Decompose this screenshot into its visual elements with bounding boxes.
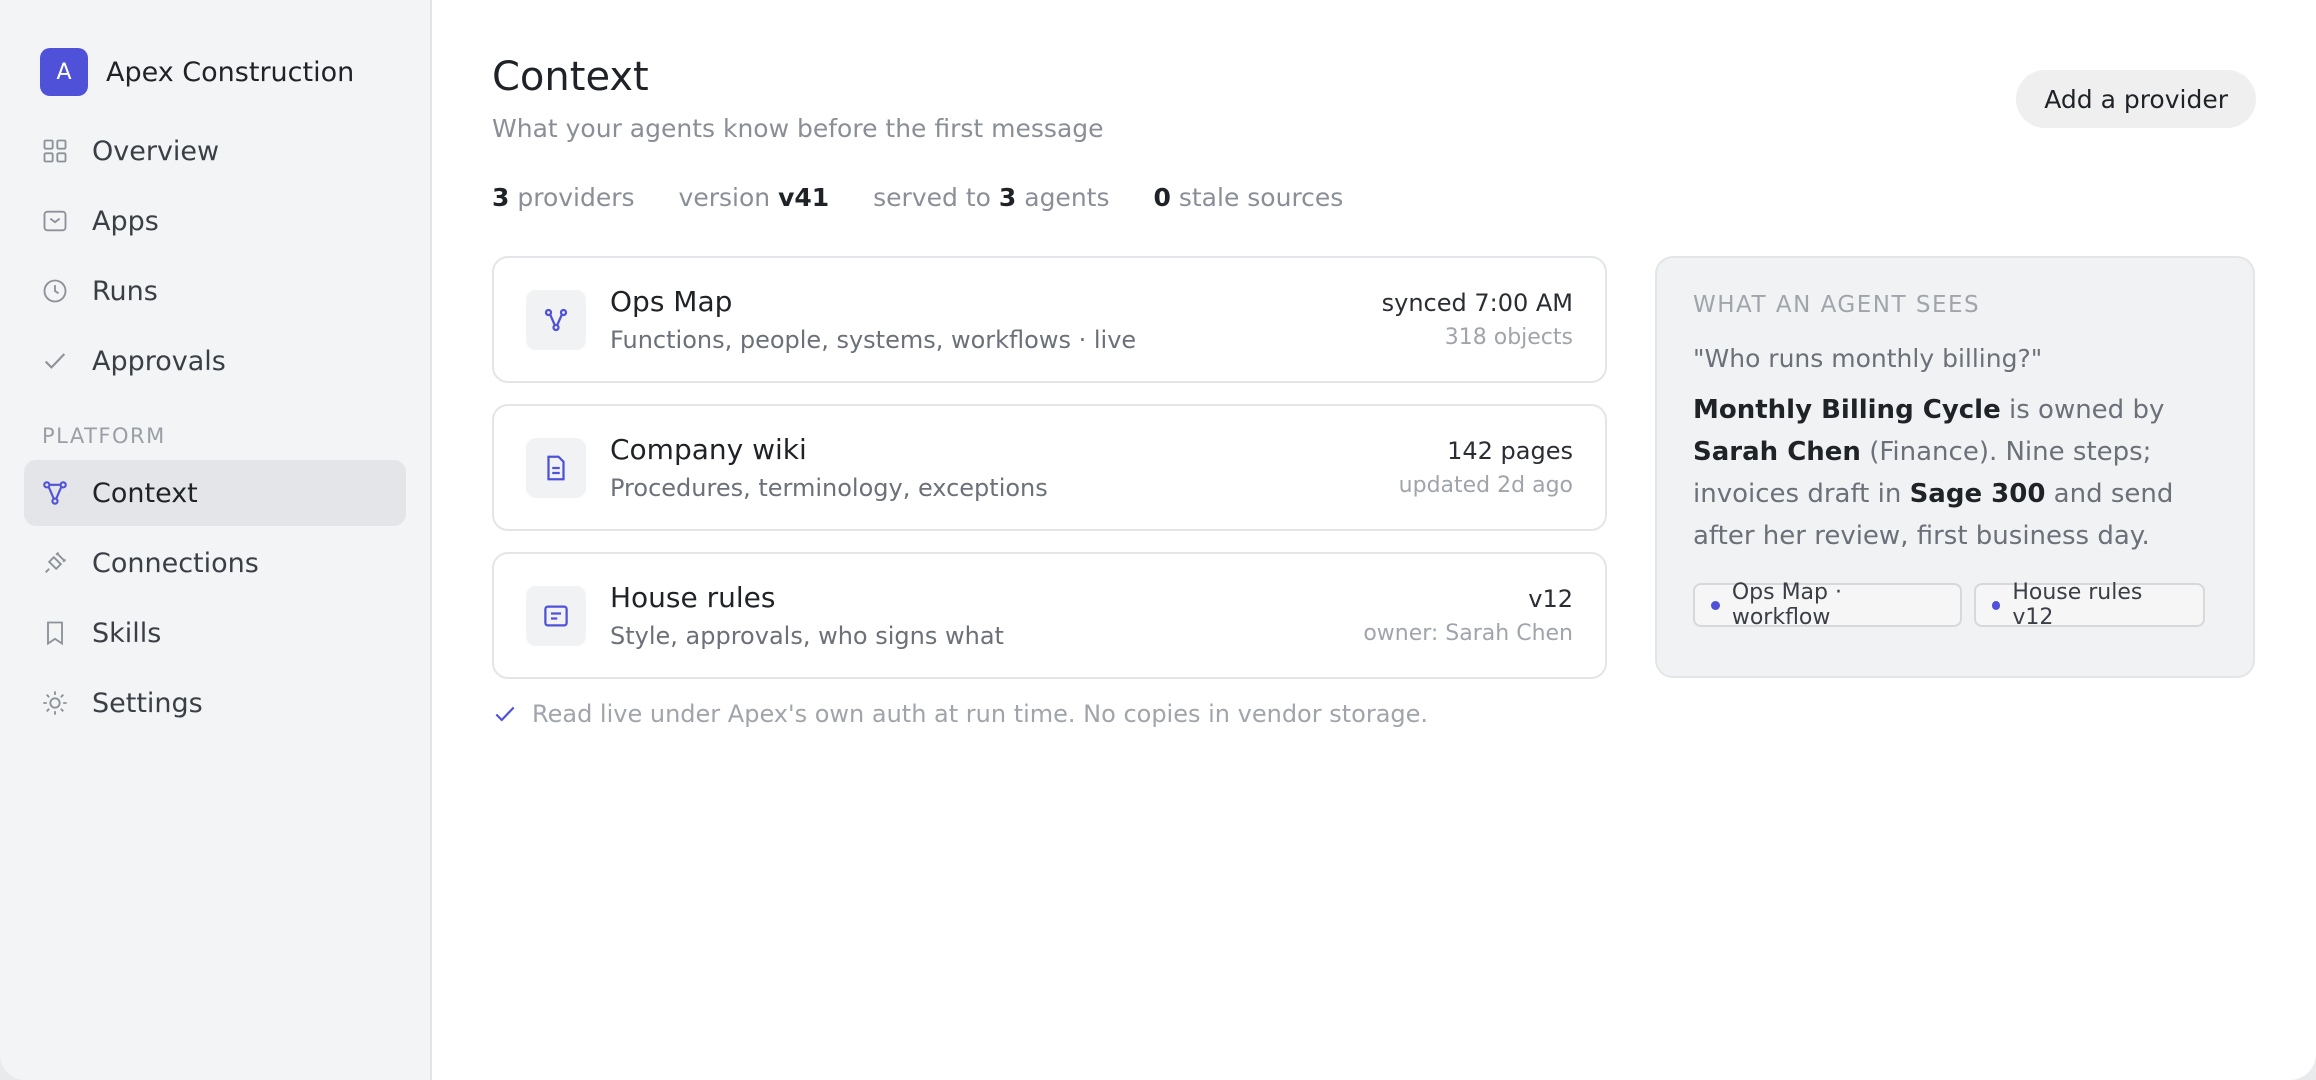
- sidebar-item-label: Context: [92, 477, 198, 509]
- provider-page-count: 142 pages: [1447, 437, 1573, 465]
- agent-view-question: "Who runs monthly billing?": [1693, 344, 2043, 373]
- brand[interactable]: A Apex Construction: [40, 46, 406, 98]
- provider-description: Style, approvals, who signs what: [610, 622, 1004, 650]
- agent-view-sources: Ops Map · workflow House rules v12: [1693, 580, 2217, 630]
- sidebar-item-skills[interactable]: Skills: [24, 600, 406, 666]
- stat-stale-sources: 0 stale sources: [1153, 183, 1344, 212]
- provider-card-ops-map[interactable]: Ops Map Functions, people, systems, work…: [492, 256, 1607, 383]
- sidebar: A Apex Construction Overview Apps Runs A…: [0, 0, 432, 1080]
- sidebar-item-runs[interactable]: Runs: [24, 258, 406, 324]
- rules-icon: [526, 585, 586, 646]
- footnote-text: Read live under Apex's own auth at run t…: [532, 700, 1429, 728]
- provider-count: 318 objects: [1444, 325, 1573, 350]
- footnote: Read live under Apex's own auth at run t…: [492, 700, 1607, 728]
- content-row: Ops Map Functions, people, systems, work…: [492, 256, 2256, 728]
- sidebar-item-connections[interactable]: Connections: [24, 530, 406, 596]
- sidebar-item-settings[interactable]: Settings: [24, 670, 406, 736]
- sidebar-item-apps[interactable]: Apps: [24, 188, 406, 254]
- provider-list: Ops Map Functions, people, systems, work…: [492, 256, 1607, 728]
- source-tag[interactable]: House rules v12: [1973, 580, 2205, 630]
- nodes-icon: [526, 289, 586, 350]
- source-tag[interactable]: Ops Map · workflow: [1693, 580, 1962, 630]
- nodes-icon: [40, 478, 70, 508]
- brand-name: Apex Construction: [106, 56, 355, 88]
- dot-icon: [1711, 600, 1720, 610]
- agent-view-title: WHAT AN AGENT SEES: [1693, 292, 1981, 318]
- plug-icon: [40, 548, 70, 578]
- provider-version: v12: [1528, 585, 1573, 613]
- grid-icon: [40, 136, 70, 166]
- sidebar-item-label: Apps: [92, 205, 159, 237]
- sidebar-item-overview[interactable]: Overview: [24, 118, 406, 184]
- nav-section-platform: PLATFORM: [42, 424, 166, 448]
- sidebar-item-label: Overview: [92, 135, 220, 167]
- stat-version: version v41: [678, 183, 830, 212]
- sidebar-item-label: Approvals: [92, 345, 226, 377]
- provider-sync-status: synced 7:00 AM: [1381, 289, 1573, 317]
- sidebar-item-label: Connections: [92, 547, 259, 579]
- add-provider-button[interactable]: Add a provider: [2016, 70, 2256, 128]
- provider-title: Company wiki: [610, 433, 807, 466]
- agent-view-answer: Monthly Billing Cycle is owned by Sarah …: [1693, 395, 2174, 551]
- page-subtitle: What your agents know before the first m…: [492, 114, 1104, 143]
- dot-icon: [1991, 600, 2001, 610]
- main-content: Context What your agents know before the…: [432, 0, 2316, 1080]
- sidebar-item-approvals[interactable]: Approvals: [24, 328, 406, 394]
- provider-description: Functions, people, systems, workflows · …: [610, 326, 1137, 354]
- stat-providers: 3 providers: [492, 183, 635, 212]
- document-icon: [526, 437, 586, 498]
- provider-title: Ops Map: [610, 285, 733, 318]
- agent-view-panel: WHAT AN AGENT SEES "Who runs monthly bil…: [1655, 256, 2255, 678]
- provider-owner: owner: Sarah Chen: [1363, 621, 1573, 646]
- provider-updated: updated 2d ago: [1398, 473, 1573, 498]
- inbox-icon: [40, 206, 70, 236]
- provider-title: House rules: [610, 581, 776, 614]
- sidebar-item-label: Runs: [92, 275, 158, 307]
- brand-logo: A: [40, 48, 88, 96]
- provider-card-house-rules[interactable]: House rules Style, approvals, who signs …: [492, 552, 1607, 679]
- sun-gear-icon: [40, 688, 70, 718]
- provider-description: Procedures, terminology, exceptions: [610, 474, 1048, 502]
- stat-agents: served to 3 agents: [873, 183, 1110, 212]
- app-window: A Apex Construction Overview Apps Runs A…: [0, 0, 2316, 1080]
- page-title: Context: [492, 54, 649, 100]
- sidebar-item-context[interactable]: Context: [24, 460, 406, 526]
- bookmark-icon: [40, 618, 70, 648]
- check-icon: [40, 346, 70, 376]
- stats-bar: 3 providers version v41 served to 3 agen…: [492, 183, 2256, 212]
- sidebar-item-label: Skills: [92, 617, 162, 649]
- clock-icon: [40, 276, 70, 306]
- check-icon: [495, 706, 515, 722]
- sidebar-item-label: Settings: [92, 687, 203, 719]
- provider-card-company-wiki[interactable]: Company wiki Procedures, terminology, ex…: [492, 404, 1607, 531]
